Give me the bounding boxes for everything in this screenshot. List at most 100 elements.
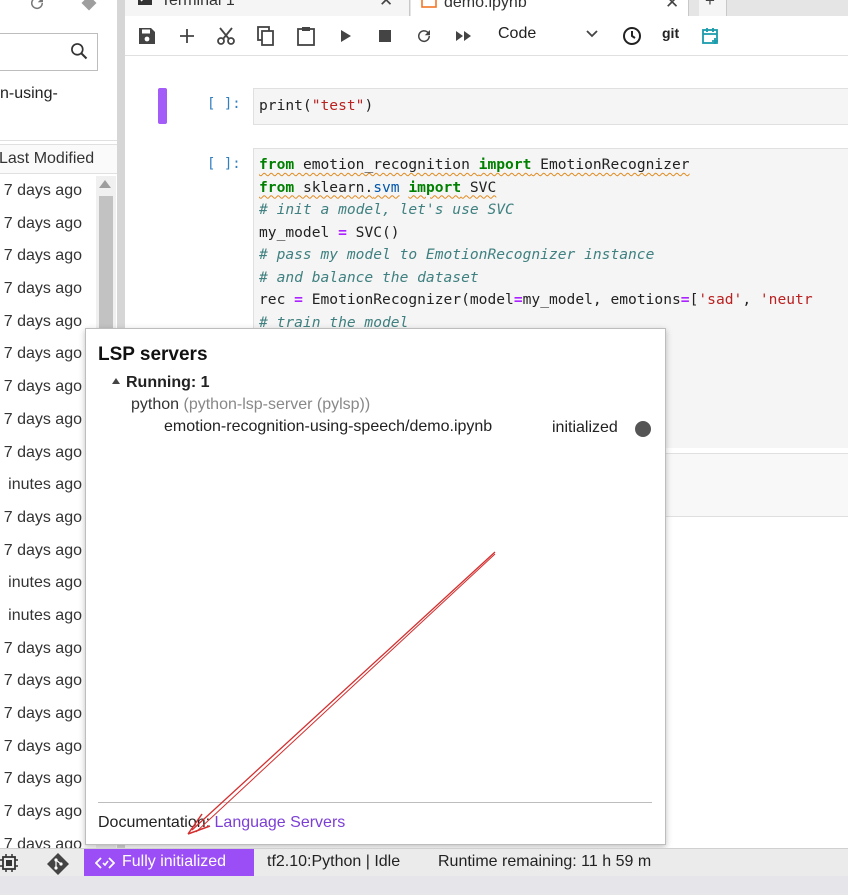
file-row[interactable]: 7 days ago (0, 797, 96, 830)
last-modified-cell: 7 days ago (3, 639, 82, 657)
last-modified-cell: 7 days ago (3, 541, 82, 559)
calendar-icon (702, 28, 718, 44)
window-bottom-edge (0, 876, 848, 895)
code-comment: # init a model, let's use SVC (259, 201, 514, 218)
last-modified-cell: 7 days ago (3, 508, 82, 526)
code-comment: # and balance the dataset (259, 268, 479, 286)
lsp-servers-popup: LSP servers Running: 1 python (python-ls… (85, 328, 666, 845)
file-row[interactable]: 7 days ago (0, 209, 96, 242)
code-line: print("test") (259, 95, 848, 118)
chevron-down-icon[interactable] (585, 27, 599, 46)
server-name: python (131, 396, 180, 413)
cpu-icon[interactable] (0, 854, 18, 877)
file-row[interactable]: inutes ago (0, 470, 96, 503)
file-row[interactable]: 7 days ago (0, 241, 96, 274)
breadcrumb[interactable]: n-using- (0, 85, 58, 103)
schedule-button[interactable] (700, 25, 722, 47)
search-icon (69, 41, 89, 66)
code-token: "test" (311, 97, 365, 114)
language-servers-link[interactable]: Language Servers (215, 814, 346, 831)
cell-type-select[interactable]: Code (498, 25, 536, 43)
stop-button[interactable] (374, 25, 396, 47)
insert-cell-button[interactable] (176, 25, 198, 47)
paste-button[interactable] (295, 25, 317, 47)
file-row[interactable]: 7 days ago (0, 764, 96, 797)
document-status: initialized (552, 419, 618, 436)
save-button[interactable] (136, 25, 158, 47)
run-all-button[interactable] (453, 25, 475, 47)
add-icon (180, 29, 194, 43)
file-row[interactable]: 7 days ago (0, 732, 96, 765)
add-icon: + (705, 0, 715, 10)
code-line: from sklearn.svm import SVC (259, 178, 497, 196)
git-button[interactable]: git (662, 25, 679, 41)
cut-icon (217, 27, 235, 45)
running-servers-group[interactable]: Running: 1 (112, 374, 210, 392)
run-button[interactable] (335, 25, 357, 47)
file-list: 7 days ago 7 days ago 7 days ago 7 days ago… (0, 176, 96, 862)
copy-button[interactable] (255, 25, 277, 47)
scroll-up-arrow-icon[interactable] (99, 180, 111, 188)
clock-icon (623, 27, 641, 45)
terminal-icon (137, 0, 153, 11)
divider (98, 802, 652, 803)
close-icon[interactable]: ✕ (379, 0, 393, 11)
file-search-input[interactable] (0, 33, 98, 71)
code-check-icon (94, 854, 116, 877)
last-modified-cell: 7 days ago (3, 410, 82, 428)
kernel-status[interactable]: tf2.10:Python | Idle (267, 853, 400, 871)
notebook-icon (421, 0, 437, 13)
file-row[interactable]: inutes ago (0, 568, 96, 601)
file-row[interactable]: 7 days ago (0, 438, 96, 471)
active-cell-indicator[interactable] (158, 88, 167, 124)
last-modified-cell: 7 days ago (3, 672, 82, 690)
file-row[interactable]: 7 days ago (0, 536, 96, 569)
file-row[interactable]: 7 days ago (0, 307, 96, 340)
last-modified-cell: inutes ago (8, 574, 82, 592)
file-row[interactable]: inutes ago (0, 601, 96, 634)
code-cell-input[interactable]: print("test") (253, 88, 848, 125)
documentation-footer: Documentation: Language Servers (98, 814, 346, 831)
tab-demo-notebook[interactable]: demo.ipynb ✕ (411, 0, 689, 16)
code-line: my_model = SVC() (259, 223, 400, 241)
restart-icon (418, 30, 431, 43)
restart-button[interactable] (413, 25, 435, 47)
clock-button[interactable] (621, 25, 643, 47)
cell-prompt: [ ]: (207, 96, 241, 112)
caret-up-icon (112, 378, 120, 384)
new-tab-button[interactable]: + (699, 0, 727, 16)
lsp-status-button[interactable]: Fully initialized (84, 849, 254, 877)
file-row[interactable]: 7 days ago (0, 503, 96, 536)
code-comment: # pass my model to EmotionRecognizer ins… (259, 246, 655, 263)
divider (0, 140, 117, 141)
column-header-last-modified[interactable]: Last Modified (0, 144, 117, 174)
file-row[interactable]: 7 days ago (0, 405, 96, 438)
file-row[interactable]: 7 days ago (0, 339, 96, 372)
file-row[interactable]: 7 days ago (0, 699, 96, 732)
tab-terminal[interactable]: Terminal 1 ✕ (125, 0, 410, 16)
stop-icon (379, 30, 391, 42)
code-line: rec = EmotionRecognizer(model=my_model, … (259, 291, 813, 308)
file-row[interactable]: 7 days ago (0, 176, 96, 209)
file-row[interactable]: 7 days ago (0, 372, 96, 405)
server-entry: python (python-lsp-server (pylsp)) (131, 396, 370, 414)
cut-button[interactable] (215, 25, 237, 47)
last-modified-cell: 7 days ago (3, 770, 82, 788)
last-modified-cell: 7 days ago (3, 182, 82, 199)
close-icon[interactable]: ✕ (665, 0, 679, 13)
file-row[interactable]: 7 days ago (0, 634, 96, 667)
last-modified-cell: inutes ago (8, 476, 82, 494)
document-path: emotion-recognition-using-speech/demo.ip… (164, 418, 493, 435)
git-icon[interactable] (80, 0, 98, 17)
server-detail: (python-lsp-server (pylsp)) (183, 396, 371, 413)
last-modified-cell: 7 days ago (3, 737, 82, 755)
refresh-icon[interactable] (28, 0, 46, 17)
tab-label: demo.ipynb (444, 0, 527, 11)
last-modified-cell: 7 days ago (3, 803, 82, 821)
file-row[interactable]: 7 days ago (0, 274, 96, 307)
save-icon (139, 28, 155, 44)
last-modified-cell: 7 days ago (3, 214, 82, 232)
file-row[interactable]: 7 days ago (0, 666, 96, 699)
last-modified-cell: 7 days ago (3, 312, 82, 330)
last-modified-cell: inutes ago (8, 606, 82, 624)
